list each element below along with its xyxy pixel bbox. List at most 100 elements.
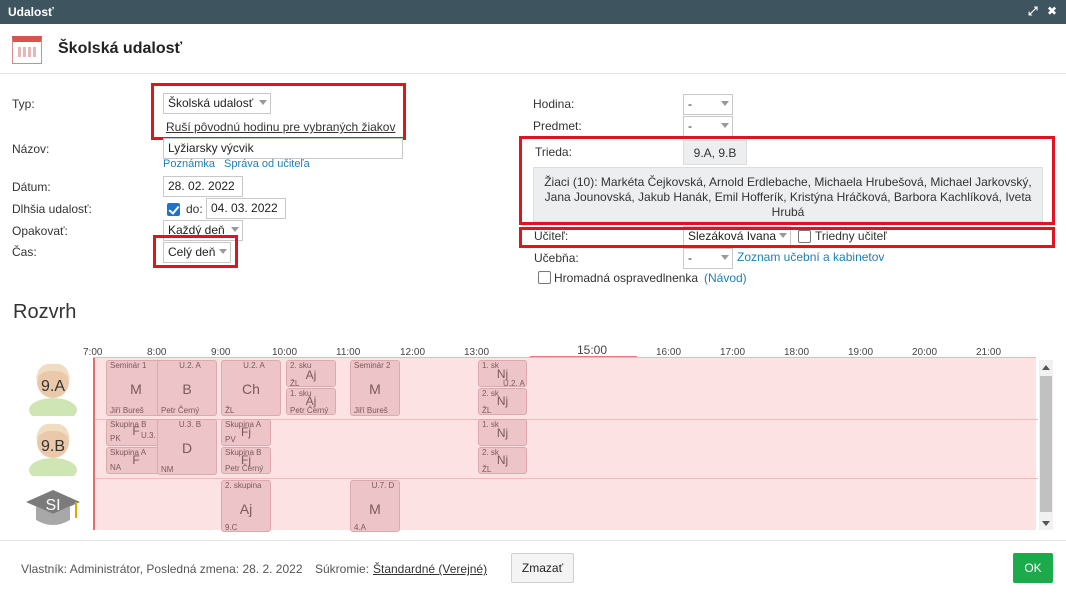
opakovat-label: Opakovať: bbox=[12, 224, 68, 238]
datum-label: Dátum: bbox=[12, 180, 51, 194]
predmet-label: Predmet: bbox=[533, 119, 582, 133]
lesson-card[interactable]: 2. sk Nj ŽL bbox=[478, 388, 527, 415]
lesson-card[interactable]: 2. sk Nj ŽL bbox=[478, 447, 527, 474]
hromadna-label: Hromadná ospravedlnenka bbox=[554, 271, 699, 285]
typ-label: Typ: bbox=[12, 97, 35, 111]
lesson-card[interactable]: 1. sk Nj bbox=[478, 419, 527, 446]
ucebna-label: Učebňa: bbox=[534, 251, 579, 265]
lesson-teacher: NA bbox=[110, 463, 122, 472]
row-label-9b: 9.B bbox=[40, 438, 65, 455]
scrollbar-thumb[interactable] bbox=[1040, 376, 1052, 512]
lesson-card[interactable]: U.2. A Ch ŽL bbox=[221, 360, 281, 416]
lesson-subject: D bbox=[181, 440, 193, 456]
privacy-label: Súkromie: bbox=[315, 562, 370, 576]
lesson-teacher: PK bbox=[110, 434, 121, 443]
chevron-down-icon bbox=[231, 227, 239, 232]
expand-icon[interactable]: ⤢ bbox=[1028, 4, 1038, 19]
privacy-link[interactable]: Štandardné (Verejné) bbox=[373, 562, 487, 576]
lesson-teacher: 4.A bbox=[354, 523, 367, 532]
lesson-teacher: 9.C bbox=[225, 523, 238, 532]
ucebne-link[interactable]: Zoznam učební a kabinetov bbox=[737, 250, 884, 264]
row-label-9a: 9.A bbox=[40, 378, 65, 395]
dialog-title: Školská udalosť bbox=[58, 40, 183, 57]
chevron-down-icon bbox=[721, 255, 729, 260]
rozvrh-title: Rozvrh bbox=[13, 301, 77, 323]
do-input[interactable]: 04. 03. 2022 bbox=[206, 198, 286, 219]
close-icon[interactable]: ✖ bbox=[1047, 4, 1057, 18]
nazov-label: Názov: bbox=[12, 142, 50, 156]
sprava-link[interactable]: Správa od učiteľa bbox=[224, 158, 310, 170]
scroll-up-icon[interactable] bbox=[1042, 365, 1050, 370]
lesson-card[interactable]: U.7. D M 4.A bbox=[350, 480, 400, 532]
datum-input[interactable]: 28. 02. 2022 bbox=[163, 176, 243, 197]
lesson-subject: Ch bbox=[242, 381, 260, 397]
lesson-card[interactable]: U.3. B D NM bbox=[157, 419, 217, 475]
lesson-teacher: Petr Černý bbox=[161, 406, 200, 415]
lesson-room: U.2. A bbox=[243, 361, 265, 370]
window-titlebar: Udalosť ⤢ ✖ bbox=[0, 0, 1066, 24]
predmet-select[interactable]: - bbox=[683, 116, 733, 137]
lesson-subject: Nj bbox=[496, 426, 509, 440]
dialog-header: Školská udalosť bbox=[0, 24, 1066, 74]
current-time-label: 15:00 bbox=[577, 343, 608, 357]
highlight-box-ucitel bbox=[519, 227, 1055, 248]
lesson-card[interactable]: 1. sku Aj Petr Černý bbox=[286, 388, 336, 415]
highlight-box-cas bbox=[153, 235, 238, 268]
lesson-teacher: Petr Černý bbox=[225, 464, 264, 473]
hodina-select[interactable]: - bbox=[683, 94, 733, 115]
lesson-teacher: NM bbox=[161, 465, 174, 474]
poznamka-link[interactable]: Poznámka bbox=[163, 158, 215, 170]
lesson-card[interactable]: 1. sk Nj U.2. A bbox=[478, 360, 527, 387]
lesson-teacher: Petr Černý bbox=[290, 406, 329, 415]
highlight-box-trieda bbox=[519, 136, 1055, 225]
lesson-room: 2. skupina bbox=[225, 481, 262, 490]
schedule-scrollbar[interactable] bbox=[1039, 360, 1053, 530]
lesson-teacher: ŽL bbox=[290, 379, 300, 387]
lesson-teacher: Jiří Bureš bbox=[354, 406, 388, 415]
do-label: do: bbox=[186, 202, 203, 216]
lesson-card[interactable]: 2. skupina Aj 9.C bbox=[221, 480, 271, 532]
lesson-card[interactable]: 2. sku Aj ŽL bbox=[286, 360, 336, 387]
lesson-teacher: ŽL bbox=[225, 406, 235, 415]
lesson-subject: Aj bbox=[239, 501, 253, 517]
calendar-icon bbox=[12, 36, 42, 64]
lesson-card[interactable]: U.2. A B Petr Černý bbox=[157, 360, 217, 416]
lesson-card[interactable]: Seminár 2 M Jiří Bureš bbox=[350, 360, 400, 416]
owner-info: Vlastník: Administrátor, Posledná zmena:… bbox=[21, 562, 303, 576]
cas-label: Čas: bbox=[12, 245, 37, 259]
predmet-select-value: - bbox=[688, 119, 692, 133]
lesson-teacher: ŽL bbox=[482, 465, 492, 474]
lesson-subject: M bbox=[369, 381, 381, 397]
lesson-room: U.7. D bbox=[371, 481, 395, 490]
ucebna-select-value: - bbox=[688, 251, 692, 265]
hodina-select-value: - bbox=[688, 97, 692, 111]
lesson-subject: B bbox=[182, 381, 192, 397]
dlhsia-label: Dlhšia udalosť: bbox=[12, 202, 92, 216]
chevron-down-icon bbox=[721, 123, 729, 128]
dlhsia-checkbox[interactable] bbox=[167, 203, 180, 216]
scroll-down-icon[interactable] bbox=[1042, 521, 1050, 526]
lesson-card[interactable]: Skupina A Fj PV bbox=[221, 419, 271, 446]
nazov-input[interactable]: Lyžiarsky výcvik bbox=[163, 138, 403, 159]
lesson-room: Seminár 2 bbox=[354, 361, 391, 370]
lesson-teacher: U.2. A bbox=[503, 379, 525, 387]
dialog-footer: Vlastník: Administrátor, Posledná zmena:… bbox=[0, 540, 1066, 595]
navod-link[interactable]: (Návod) bbox=[704, 271, 747, 285]
ok-button[interactable]: OK bbox=[1013, 553, 1053, 583]
row-label-si: SI bbox=[45, 497, 61, 514]
lesson-teacher: ŽL bbox=[482, 406, 492, 415]
chevron-down-icon bbox=[721, 101, 729, 106]
hodina-label: Hodina: bbox=[533, 97, 575, 111]
schedule-grid: Seminár 1 M Jiří Bureš U.2. A B Petr Čer… bbox=[93, 358, 1038, 532]
window-title: Udalosť bbox=[8, 5, 54, 19]
lesson-teacher: Jiří Bureš bbox=[110, 406, 144, 415]
lesson-card[interactable]: Skupina B Fj Petr Černý bbox=[221, 447, 271, 474]
lesson-room: U.2. A bbox=[179, 361, 201, 370]
lesson-room: U.3. B bbox=[178, 420, 202, 429]
row-separator bbox=[95, 478, 1038, 479]
delete-button[interactable]: Zmazať bbox=[511, 553, 574, 583]
highlight-box-typ bbox=[151, 83, 406, 140]
hromadna-checkbox[interactable] bbox=[538, 271, 551, 284]
lesson-subject: M bbox=[369, 501, 381, 517]
ucebna-select[interactable]: - bbox=[683, 248, 733, 269]
